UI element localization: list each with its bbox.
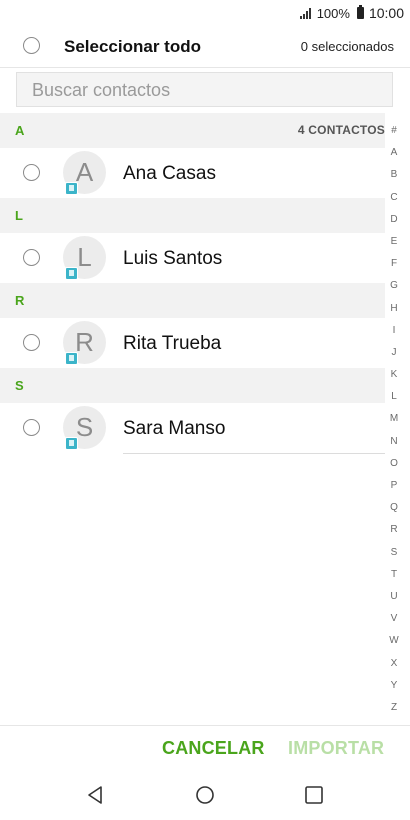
alphabet-index[interactable]: # A B C D E F G H I J K L M N O P Q R S T U V W X Y Z [383,120,405,719]
index-letter[interactable]: L [391,386,397,408]
contact-radio[interactable] [23,164,40,181]
contact-card-icon [65,182,78,195]
section-letter: R [15,293,25,308]
index-letter[interactable]: N [390,431,397,453]
index-letter[interactable]: X [391,653,398,675]
index-letter[interactable]: H [390,298,397,320]
search-input[interactable]: Buscar contactos [16,72,393,107]
section-letter: S [15,378,24,393]
index-letter[interactable]: A [391,142,398,164]
index-letter[interactable]: M [390,408,398,430]
contact-radio[interactable] [23,249,40,266]
index-letter[interactable]: P [391,475,398,497]
navigation-bar [0,775,410,815]
contact-name: Ana Casas [123,163,216,184]
contact-name: Sara Manso [123,418,226,439]
signal-icon [299,7,311,19]
divider [0,67,410,68]
index-letter[interactable]: S [391,542,398,564]
select-all-bar: Seleccionar todo 0 seleccionados [0,26,410,66]
index-letter[interactable]: I [393,320,396,342]
index-letter[interactable]: T [391,564,397,586]
divider [123,453,385,454]
index-letter[interactable]: J [392,342,397,364]
recents-icon[interactable] [302,783,326,807]
status-bar: 100% 10:00 [0,0,410,26]
index-letter[interactable]: B [391,164,398,186]
contact-name: Luis Santos [123,248,223,269]
index-letter[interactable]: C [390,187,397,209]
index-letter[interactable]: G [390,275,398,297]
contact-row[interactable]: A Ana Casas [0,148,385,198]
index-letter[interactable]: O [390,453,398,475]
index-letter[interactable]: F [391,253,397,275]
contact-card-icon [65,352,78,365]
section-header-s: S [0,368,385,403]
index-letter[interactable]: E [391,231,398,253]
section-letter: A [15,123,25,138]
contact-row[interactable]: S Sara Manso [0,403,385,453]
contact-row[interactable]: L Luis Santos [0,233,385,283]
index-letter[interactable]: K [391,364,398,386]
clock: 10:00 [368,5,404,21]
battery-icon [356,5,364,19]
cancel-button[interactable]: CANCELAR [162,738,265,759]
home-icon[interactable] [193,783,217,807]
index-letter[interactable]: Z [391,697,397,719]
section-header-a: A 4 CONTACTOS [0,113,385,148]
select-all-label[interactable]: Seleccionar todo [64,37,201,57]
import-button[interactable]: IMPORTAR [288,738,384,759]
contact-count: 4 CONTACTOS [297,123,385,137]
index-letter[interactable]: # [391,120,397,142]
contact-card-icon [65,437,78,450]
selected-count: 0 seleccionados [300,39,394,54]
index-letter[interactable]: W [389,630,398,652]
contact-radio[interactable] [23,334,40,351]
index-letter[interactable]: Y [391,675,398,697]
divider [0,725,410,726]
section-header-r: R [0,283,385,318]
battery-percent: 100% [316,5,350,21]
index-letter[interactable]: V [391,608,398,630]
index-letter[interactable]: D [390,209,397,231]
contact-card-icon [65,267,78,280]
contact-radio[interactable] [23,419,40,436]
contact-name: Rita Trueba [123,333,222,354]
index-letter[interactable]: U [390,586,397,608]
back-icon[interactable] [84,783,108,807]
section-letter: L [15,208,23,223]
select-all-radio[interactable] [23,37,40,54]
contact-row[interactable]: R Rita Trueba [0,318,385,368]
section-header-l: L [0,198,385,233]
index-letter[interactable]: Q [390,497,398,519]
index-letter[interactable]: R [390,519,397,541]
